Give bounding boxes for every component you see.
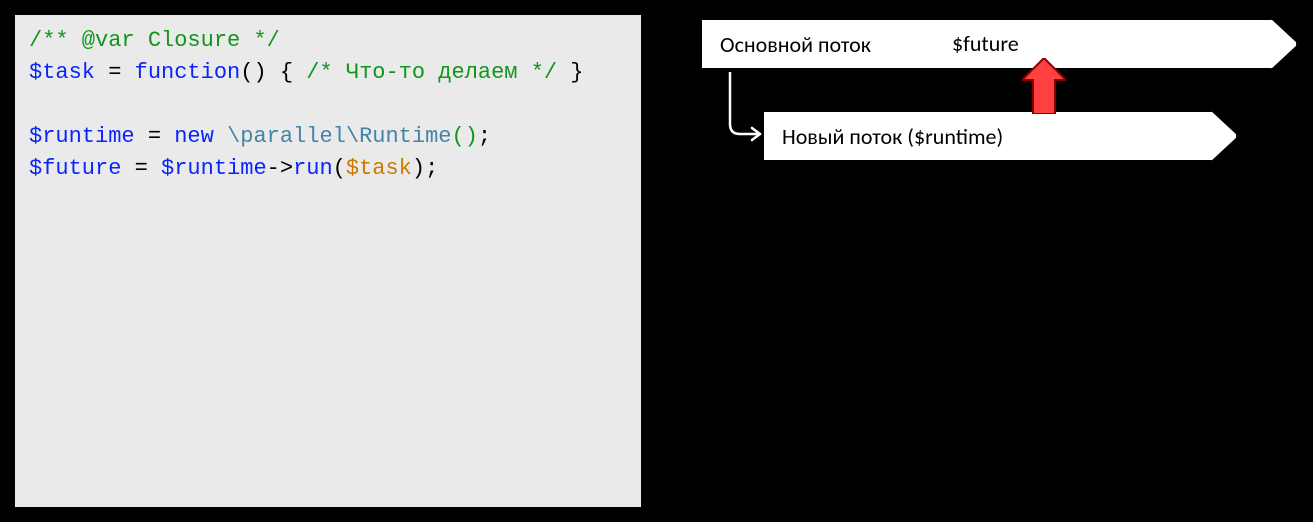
code-comment-1: /** @var Closure */ [29,28,280,53]
child-thread-label: Новый поток ($runtime) [782,123,1003,150]
spawn-arrow-icon [716,72,776,142]
code-paren-close-2: ) [412,156,425,181]
return-arrow-icon [1022,58,1066,114]
code-comment-2: /* Что-то делаем */ [306,60,557,85]
code-op-arrow: -> [267,156,293,181]
main-thread-block: Основной поток $future [700,18,1298,70]
code-assign-1: = [95,60,135,85]
return-arrow-shape [1022,58,1066,114]
code-method-run: run [293,156,333,181]
code-var-task: $task [29,60,95,85]
main-thread-label: Основной поток [720,31,871,58]
thread-diagram: Основной поток $future Новый поток ($run… [700,18,1300,188]
code-var-future: $future [29,156,121,181]
code-var-runtime: $runtime [29,124,135,149]
code-panel: /** @var Closure */ $task = function() {… [13,13,643,509]
code-semi-2: ; [425,156,438,181]
code-obj-runtime: $runtime [161,156,267,181]
child-thread-block: Новый поток ($runtime) [762,110,1238,162]
code-assign-3: = [121,156,161,181]
code-paren-open-2: ( [333,156,346,181]
future-label: $future [952,30,1019,57]
code-arg-task: $task [346,156,412,181]
code-kw-new: new [174,124,227,149]
code-ns-parallel: \parallel [227,124,346,149]
code-ns-runtime: \Runtime [346,124,452,149]
code-assign-2: = [135,124,175,149]
code-brace-open: { [267,60,307,85]
code-kw-function: function [135,60,241,85]
code-call-1: () [452,124,478,149]
code-semi-1: ; [478,124,491,149]
code-paren-1: () [240,60,266,85]
code-brace-close: } [557,60,583,85]
